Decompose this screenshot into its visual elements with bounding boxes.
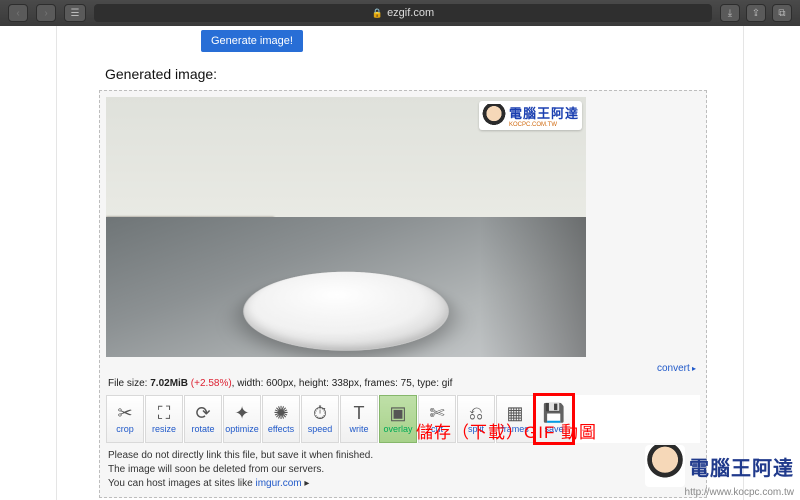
tool-rotate[interactable]: ⟳ rotate (184, 395, 222, 443)
effects-icon: ✺ (273, 404, 288, 422)
overlay-icon: ▣ (389, 404, 406, 422)
corner-wm-url: http://www.kocpc.com.tw (645, 487, 794, 498)
tool-label: resize (152, 424, 176, 434)
tool-label: speed (308, 424, 333, 434)
sidebar-toggle-button[interactable]: ☰ (64, 4, 86, 22)
tool-label: rotate (191, 424, 214, 434)
write-icon: T (354, 404, 365, 422)
tool-speed[interactable]: ⏱ speed (301, 395, 339, 443)
tool-label: crop (116, 424, 134, 434)
watermark-url: KOCPC.COM.TW (509, 122, 579, 128)
tool-write[interactable]: Twrite (340, 395, 378, 443)
result-panel: 電腦王阿達 KOCPC.COM.TW convert File size: 7.… (99, 90, 707, 498)
preview-watermark: 電腦王阿達 KOCPC.COM.TW (479, 101, 582, 130)
notes-text: Please do not directly link this file, b… (108, 449, 700, 491)
rotate-icon: ⟳ (195, 404, 210, 422)
resize-icon: ⛶ (158, 404, 171, 422)
avatar-icon (482, 104, 506, 128)
corner-watermark: 電腦王阿達 http://www.kocpc.com.tw (645, 445, 794, 498)
share-button[interactable]: ⇪ (746, 4, 766, 22)
convert-link[interactable]: convert (657, 363, 696, 374)
annotation-text: 儲存（下載）GIF 動圖 (416, 418, 597, 443)
crop-icon: ✂ (117, 404, 132, 422)
tool-label: overlay (383, 424, 412, 434)
tool-crop[interactable]: ✂ crop (106, 395, 144, 443)
tool-label: effects (268, 424, 294, 434)
tool-toolbar: ✂ crop ⛶ resize ⟳ rotate ✦ optimize ✺ effects ⏱ spe… (106, 395, 700, 443)
speed-icon: ⏱ (313, 404, 327, 422)
tool-overlay[interactable]: ▣ overlay (379, 395, 417, 443)
corner-wm-title: 電腦王阿達 (689, 452, 794, 481)
address-bar[interactable]: 🔒 ezgif.com (94, 4, 712, 22)
browser-toolbar: ‹ › ☰ 🔒 ezgif.com ⤓ ⇪ ⧉ (0, 0, 800, 26)
download-button[interactable]: ⤓ (720, 4, 740, 22)
tool-label: optimize (225, 424, 259, 434)
optimize-icon: ✦ (234, 404, 249, 422)
layout-divider (56, 26, 57, 500)
tool-label: write (349, 424, 368, 434)
preview-image: 電腦王阿達 KOCPC.COM.TW (106, 97, 586, 357)
avatar-icon (645, 445, 685, 487)
imgur-link[interactable]: imgur.com (256, 478, 302, 489)
nav-back-button[interactable]: ‹ (8, 4, 28, 22)
generate-image-button[interactable]: Generate image! (201, 30, 303, 52)
lock-icon: 🔒 (372, 8, 383, 19)
url-text: ezgif.com (387, 7, 434, 19)
tool-resize[interactable]: ⛶ resize (145, 395, 183, 443)
layout-divider (743, 26, 744, 500)
file-info: File size: 7.02MiB (+2.58%), width: 600p… (106, 376, 700, 395)
nav-forward-button[interactable]: › (36, 4, 56, 22)
tool-effects[interactable]: ✺ effects (262, 395, 300, 443)
tool-optimize[interactable]: ✦ optimize (223, 395, 261, 443)
generated-image-heading: Generated image: (105, 66, 707, 82)
tabs-button[interactable]: ⧉ (772, 4, 792, 22)
watermark-title: 電腦王阿達 (509, 103, 579, 122)
